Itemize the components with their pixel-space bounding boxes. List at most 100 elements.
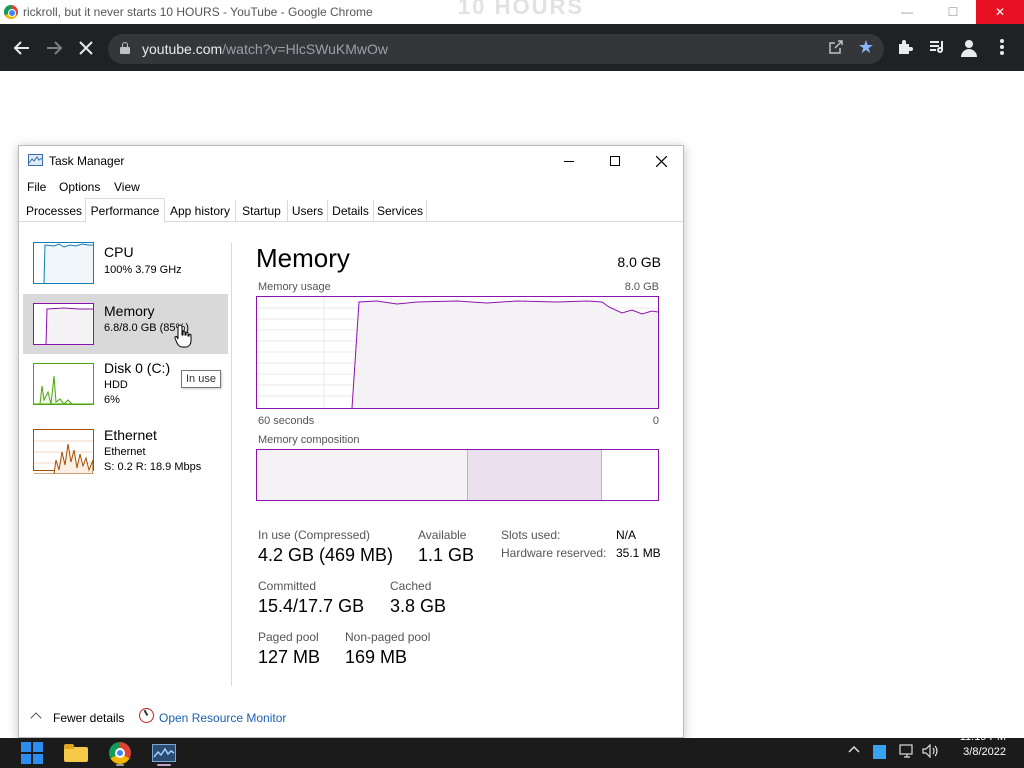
tab-services[interactable]: Services [374, 200, 427, 222]
in-use-value: 4.2 GB (469 MB) [258, 545, 394, 565]
task-manager-window: Task Manager File Options View Processes… [18, 145, 684, 738]
media-icon[interactable] [925, 35, 949, 59]
tm-maximize-button[interactable] [592, 146, 638, 176]
tm-close-button[interactable] [638, 146, 684, 176]
chrome-toolbar: youtube.com/watch?v=HlcSWuKMwOw ★ [0, 24, 1024, 71]
cached-label: Cached [390, 579, 432, 593]
forward-arrow-icon[interactable] [41, 35, 67, 61]
task-manager-taskbar-button[interactable] [144, 738, 184, 768]
non-paged-pool-value: 169 MB [345, 647, 408, 667]
chrome-taskbar-button[interactable] [100, 738, 140, 768]
disk-thumbnail-graph [33, 363, 94, 405]
menu-file[interactable]: File [27, 180, 46, 194]
tm-minimize-button[interactable] [546, 146, 592, 176]
folder-icon [64, 744, 88, 762]
resource-monitor-icon[interactable] [139, 708, 154, 723]
kebab-menu-icon[interactable] [990, 35, 1014, 59]
chevron-up-icon[interactable] [30, 712, 42, 724]
tab-users[interactable]: Users [288, 200, 328, 222]
tab-app-history[interactable]: App history [165, 200, 236, 222]
defender-icon[interactable] [873, 745, 886, 762]
paged-pool-value: 127 MB [258, 647, 321, 667]
in-use-label: In use (Compressed) [258, 528, 371, 542]
tm-titlebar[interactable]: Task Manager [19, 146, 683, 176]
sidebar-disk-type: HDD [104, 379, 128, 391]
tab-performance[interactable]: Performance [85, 198, 165, 223]
lock-icon[interactable] [120, 42, 130, 54]
minimize-button[interactable]: — [884, 0, 930, 24]
url-text[interactable]: youtube.com/watch?v=HlcSWuKMwOw [142, 41, 388, 57]
in-use-tooltip: In use [181, 370, 221, 388]
sidebar-item-disk[interactable]: Disk 0 (C:) HDD 6% [23, 358, 228, 418]
sidebar-disk-name: Disk 0 (C:) [104, 360, 171, 376]
chrome-titlebar: rickroll, but it never starts 10 HOURS -… [0, 0, 1024, 24]
stop-icon[interactable] [73, 35, 99, 61]
address-bar[interactable]: youtube.com/watch?v=HlcSWuKMwOw ★ [108, 34, 884, 64]
chrome-icon [109, 742, 131, 764]
star-icon[interactable]: ★ [858, 37, 874, 58]
extensions-icon[interactable] [893, 35, 917, 59]
tm-title: Task Manager [49, 154, 125, 168]
sidebar-item-memory[interactable]: Memory 6.8/8.0 GB (85%) [23, 294, 228, 354]
ethernet-thumbnail-graph [33, 429, 94, 475]
committed-value: 15.4/17.7 GB [258, 596, 365, 616]
sidebar-cpu-detail: 100% 3.79 GHz [104, 264, 182, 276]
hardware-reserved-label: Hardware reserved: [501, 546, 607, 560]
close-button[interactable]: ✕ [976, 0, 1024, 24]
sidebar-item-ethernet[interactable]: Ethernet Ethernet S: 0.2 R: 18.9 Mbps [23, 425, 228, 485]
file-explorer-button[interactable] [56, 738, 96, 768]
cpu-thumbnail-graph [33, 242, 94, 284]
task-manager-icon [152, 744, 176, 762]
graph-axis-left: 60 seconds [258, 415, 315, 427]
slots-used-label: Slots used: [501, 528, 561, 542]
background-ghost-text: 10 HOURS [458, 0, 585, 19]
available-label: Available [418, 528, 467, 542]
sidebar-memory-name: Memory [104, 303, 155, 319]
memory-composition-bar [256, 449, 659, 501]
committed-label: Committed [258, 579, 317, 593]
cached-value: 3.8 GB [390, 596, 447, 616]
memory-usage-label: Memory usage [258, 281, 331, 293]
chrome-favicon-icon [4, 5, 18, 19]
composition-modified [468, 450, 602, 500]
clock-time: 11:19 PM [959, 731, 1006, 743]
fewer-details-link[interactable]: Fewer details [53, 711, 124, 725]
memory-usage-max: 8.0 GB [624, 281, 659, 293]
volume-icon[interactable] [922, 743, 940, 761]
menu-options[interactable]: Options [59, 180, 100, 194]
back-arrow-icon[interactable] [9, 35, 35, 61]
start-button[interactable] [12, 738, 52, 768]
hand-cursor-icon [174, 324, 192, 348]
sidebar-disk-usage: 6% [104, 394, 120, 406]
memory-composition-label: Memory composition [258, 434, 360, 446]
tab-details[interactable]: Details [328, 200, 374, 222]
tab-startup[interactable]: Startup [236, 200, 288, 222]
clock-date: 3/8/2022 [963, 746, 1006, 758]
share-icon[interactable] [828, 39, 844, 59]
sidebar-ethernet-adapter: Ethernet [104, 446, 146, 458]
open-resource-monitor-link[interactable]: Open Resource Monitor [159, 711, 286, 725]
windows-taskbar: 11:19 PM 3/8/2022 [0, 731, 1024, 768]
tray-chevron-up-icon[interactable] [848, 744, 860, 759]
memory-heading: Memory [256, 243, 350, 273]
sidebar-item-cpu[interactable]: CPU 100% 3.79 GHz [23, 237, 228, 297]
composition-free [602, 450, 658, 500]
maximize-button[interactable]: ☐ [930, 0, 976, 24]
tm-footer: Fewer details Open Resource Monitor [19, 701, 683, 735]
system-clock[interactable]: 11:19 PM 3/8/2022 [960, 730, 1006, 760]
url-path: /watch?v=HlcSWuKMwOw [222, 41, 389, 57]
graph-axis-right: 0 [652, 415, 659, 427]
menu-view[interactable]: View [114, 180, 140, 194]
memory-usage-graph [256, 296, 659, 409]
composition-in-use [257, 450, 468, 500]
profile-icon[interactable] [960, 40, 978, 58]
task-manager-app-icon [28, 154, 43, 166]
non-paged-pool-label: Non-paged pool [345, 630, 431, 644]
tab-processes[interactable]: Processes [23, 200, 86, 222]
sidebar-ethernet-name: Ethernet [104, 427, 157, 443]
url-host: youtube.com [142, 41, 223, 57]
network-icon[interactable] [899, 744, 915, 761]
sidebar-ethernet-throughput: S: 0.2 R: 18.9 Mbps [104, 461, 202, 473]
memory-thumbnail-graph [33, 303, 94, 345]
window-title: rickroll, but it never starts 10 HOURS -… [23, 5, 373, 19]
